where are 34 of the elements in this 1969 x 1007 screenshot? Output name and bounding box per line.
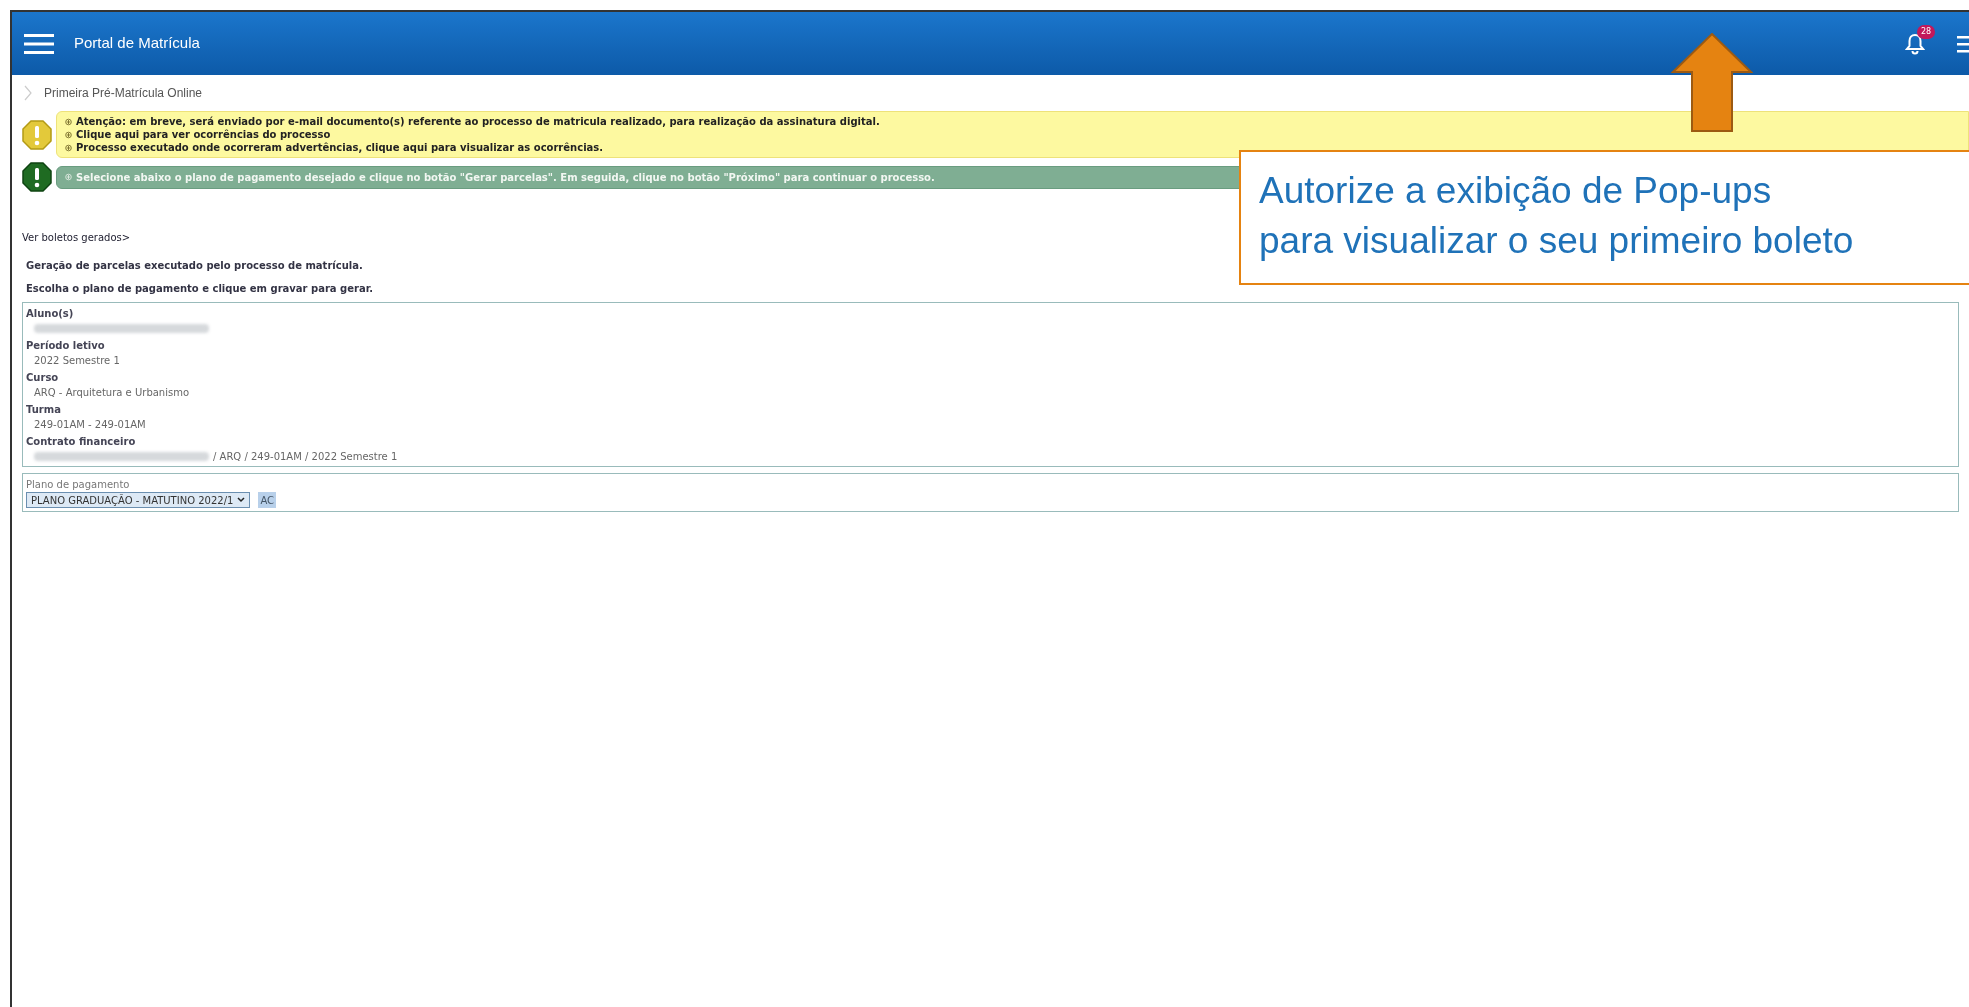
exclamation-icon [22,162,52,192]
bullet-icon [65,173,72,181]
field-label: Contrato financeiro [26,435,137,449]
callout-text: Autorize a exibição de Pop-ups para visualizar o seu primeiro boleto [1259,169,1855,263]
field-label: Turma [26,403,62,417]
notification-badge: 28 [1917,24,1936,39]
instruction-text: Escolha o plano de pagamento e clique em gravar para gerar. [26,282,374,296]
bullet-icon [65,143,72,152]
field-label: Período letivo [26,339,106,353]
bell-icon[interactable] [1905,32,1925,55]
alert-message[interactable]: Processo executado onde ocorreram advertências, clique aqui para visualizar as ocorrências. [76,141,604,154]
exclamation-icon [22,119,52,150]
alert-message: Selecione abaixo o plano de pagamento desejado e clique no botão "Gerar parcelas". Em seguida, clique no botão "Próximo" para continuar o processo. [76,170,935,184]
field-label: Aluno(s) [26,307,75,321]
breadcrumb[interactable]: Primeira Pré-Matrícula Online [44,84,203,102]
field-label: Curso [26,371,60,385]
view-slips-link[interactable]: Ver boletos gerados> [22,232,131,243]
menu-icon[interactable] [24,32,54,55]
chevron-icon [24,85,32,101]
payment-plan-select[interactable]: PLANO GRADUAÇÃO - MATUTINO 2022/1 [26,492,251,508]
caret-icon [237,497,246,503]
alert-message[interactable]: Clique aqui para ver ocorrências do processo [76,128,331,141]
field-label: Plano de pagamento [26,478,131,492]
menu-icon[interactable] [1957,33,1969,54]
app-title: Portal de Matrícula [74,33,200,54]
bullet-icon [65,117,72,126]
field-value: 2022 Semestre 1 [34,353,120,368]
instruction-text: Geração de parcelas executado pelo processo de matrícula. [26,259,364,273]
bullet-icon [65,130,72,139]
field-value: / ARQ / 249-01AM / 2022 Semestre 1 [213,449,398,464]
field-value: ARQ - Arquitetura e Urbanismo [34,385,190,400]
ac-button[interactable]: AC [258,492,277,508]
alert-message: Atenção: em breve, será enviado por e-mail documento(s) referente ao processo de matricula realizado, para realização da assinatura digital. [76,115,880,128]
field-value: 249-01AM - 249-01AM [34,417,146,432]
